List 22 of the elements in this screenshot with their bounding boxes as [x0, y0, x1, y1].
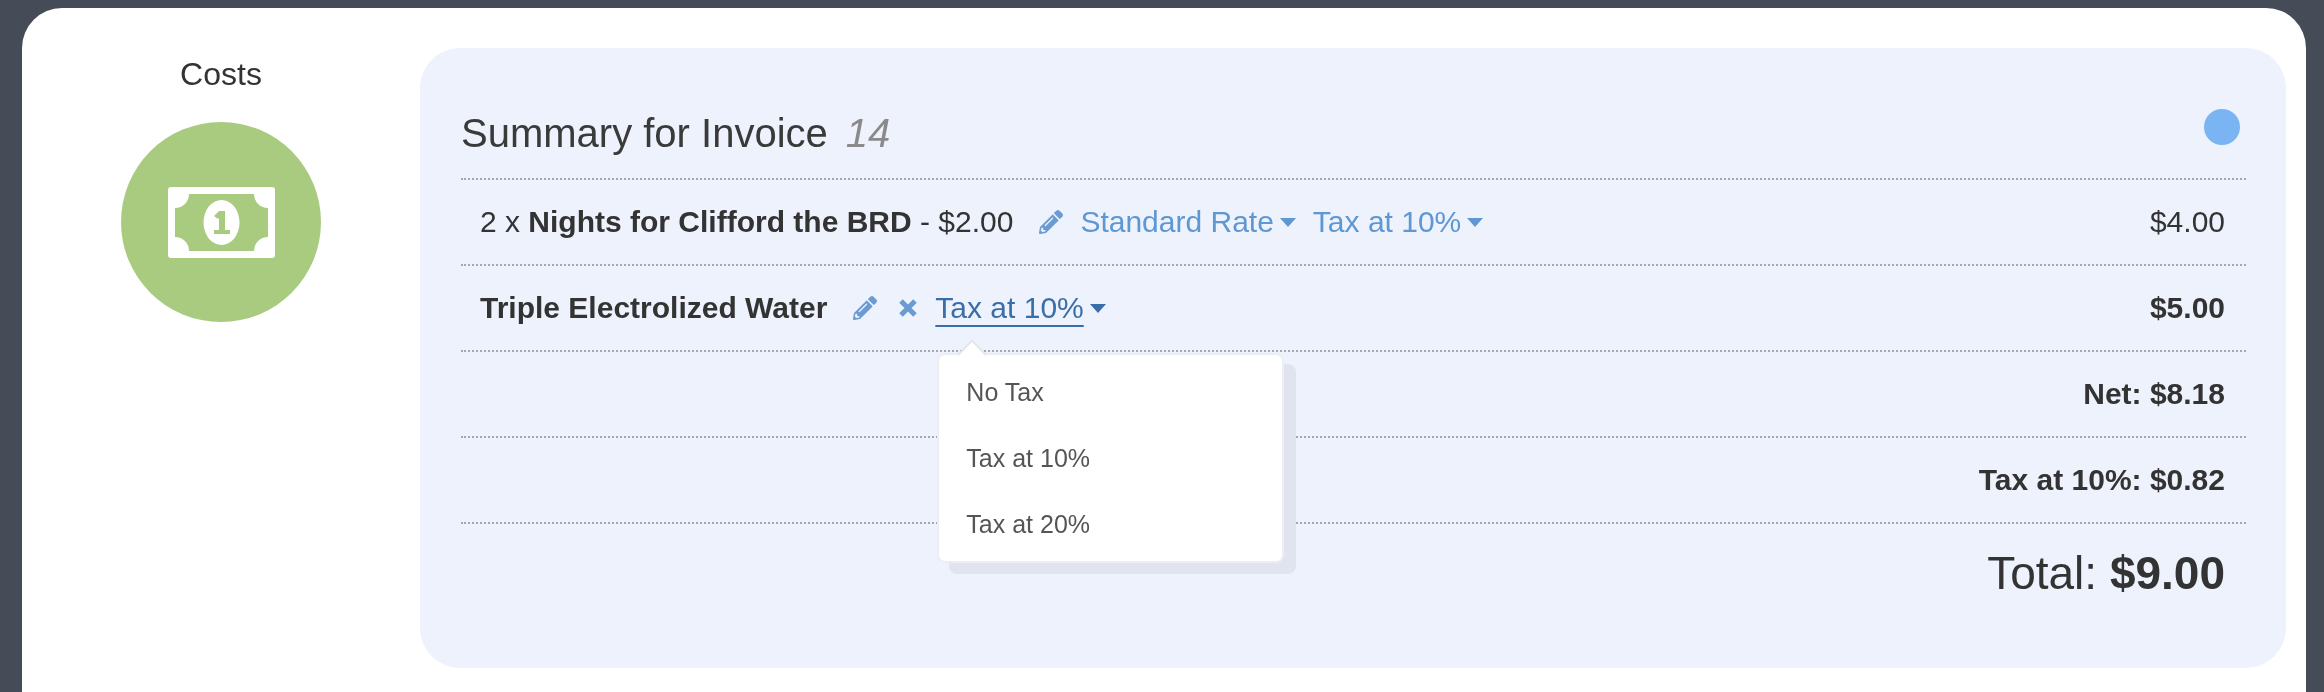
summary-line: Net: $8.18	[2083, 376, 2225, 412]
pencil-icon[interactable]	[853, 296, 878, 320]
invoice-title: Summary for Invoice	[461, 110, 828, 157]
status-dot-icon	[2204, 109, 2240, 145]
item-description: 2 x Nights for Clifford the BRD - $2.00	[480, 204, 1014, 240]
menu-item[interactable]: Tax at 10%	[939, 425, 1283, 491]
banknote-icon	[121, 122, 321, 322]
item-amount: $4.00	[2149, 204, 2225, 240]
item-description: Triple Electrolized Water	[480, 290, 828, 326]
menu-item[interactable]: No Tax	[939, 359, 1283, 425]
caret-icon	[1089, 303, 1106, 313]
caret-icon	[1467, 217, 1484, 227]
close-icon[interactable]	[898, 298, 919, 318]
section-title: Costs	[180, 55, 262, 93]
pencil-icon[interactable]	[1039, 210, 1064, 234]
tax-dropdown[interactable]: Tax at 10%	[935, 290, 1106, 326]
item-amount: $5.00	[2149, 290, 2225, 326]
menu-item[interactable]: Tax at 20%	[939, 491, 1283, 557]
caret-icon	[1279, 217, 1296, 227]
summary-line: Tax at 10%: $0.82	[1978, 462, 2225, 498]
invoice-number: 14	[845, 110, 891, 157]
grand-total: Total: $9.00	[1987, 546, 2225, 601]
